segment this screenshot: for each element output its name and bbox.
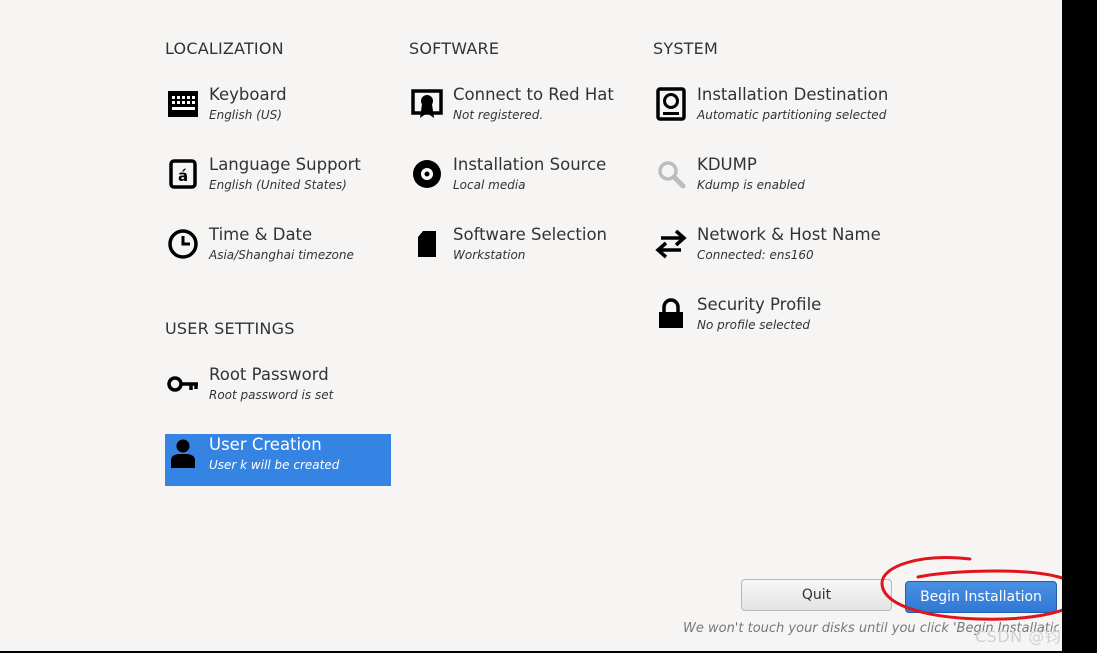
certificate-icon: [409, 86, 445, 122]
spoke-keyboard[interactable]: Keyboard English (US): [165, 84, 391, 136]
harddisk-icon: [653, 86, 689, 122]
spoke-status: English (United States): [209, 178, 347, 192]
package-icon: [409, 226, 445, 262]
spoke-status: Kdump is enabled: [697, 178, 805, 192]
spoke-software-selection[interactable]: Software Selection Workstation: [409, 224, 635, 276]
user-icon: [165, 436, 201, 472]
spoke-title: Language Support: [209, 155, 361, 174]
spoke-status: Local media: [453, 178, 526, 192]
spoke-root-password[interactable]: Root Password Root password is set: [165, 364, 391, 416]
spoke-network-host-name[interactable]: Network & Host Name Connected: ens160: [653, 224, 881, 276]
spoke-connect-to-red-hat[interactable]: Connect to Red Hat Not registered.: [409, 84, 635, 136]
installation-summary-screen: LOCALIZATION SOFTWARE SYSTEM USER SETTIN…: [0, 0, 1084, 651]
spoke-title: Software Selection: [453, 225, 608, 244]
spoke-title: Time & Date: [209, 225, 313, 244]
spoke-status: Root password is set: [209, 388, 334, 402]
lock-icon: [653, 296, 689, 332]
spoke-title: Installation Source: [453, 155, 607, 174]
key-icon: [165, 366, 201, 402]
spoke-kdump[interactable]: KDUMP Kdump is enabled: [653, 154, 879, 206]
spoke-status: English (US): [209, 108, 282, 122]
spoke-title: User Creation: [209, 435, 322, 454]
network-arrows-icon: [653, 226, 689, 262]
spoke-language-support[interactable]: á Language Support English (United State…: [165, 154, 391, 206]
spoke-user-creation[interactable]: User Creation User k will be created: [165, 434, 391, 486]
spoke-title: Installation Destination: [697, 85, 889, 104]
spoke-status: Not registered.: [453, 108, 544, 122]
spoke-installation-source[interactable]: Installation Source Local media: [409, 154, 635, 206]
svg-text:á: á: [178, 167, 188, 185]
spoke-status: Workstation: [453, 248, 526, 262]
section-title-software: SOFTWARE: [409, 39, 500, 58]
spoke-status: User k will be created: [209, 458, 340, 472]
disc-icon: [409, 156, 445, 192]
spoke-time-date[interactable]: Time & Date Asia/Shanghai timezone: [165, 224, 391, 276]
spoke-status: Asia/Shanghai timezone: [209, 248, 354, 262]
section-title-localization: LOCALIZATION: [165, 39, 284, 58]
begin-installation-button[interactable]: Begin Installation: [905, 581, 1057, 613]
keyboard-icon: [165, 86, 201, 122]
section-title-system: SYSTEM: [653, 39, 718, 58]
spoke-title: Network & Host Name: [697, 225, 881, 244]
language-icon: á: [165, 156, 201, 192]
section-title-user-settings: USER SETTINGS: [165, 319, 295, 338]
spoke-title: Keyboard: [209, 85, 287, 104]
spoke-status: Automatic partitioning selected: [697, 108, 887, 122]
spoke-installation-destination[interactable]: Installation Destination Automatic parti…: [653, 84, 888, 136]
quit-button[interactable]: Quit: [741, 579, 892, 611]
clock-icon: [165, 226, 201, 262]
spoke-title: KDUMP: [697, 155, 757, 174]
spoke-status: No profile selected: [697, 318, 810, 332]
spoke-title: Root Password: [209, 365, 329, 384]
screen-edge: [1062, 0, 1097, 653]
spoke-title: Connect to Red Hat: [453, 85, 614, 104]
magnifier-icon: [653, 156, 689, 192]
spoke-status: Connected: ens160: [697, 248, 814, 262]
spoke-security-profile[interactable]: Security Profile No profile selected: [653, 294, 879, 346]
spoke-title: Security Profile: [697, 295, 822, 314]
